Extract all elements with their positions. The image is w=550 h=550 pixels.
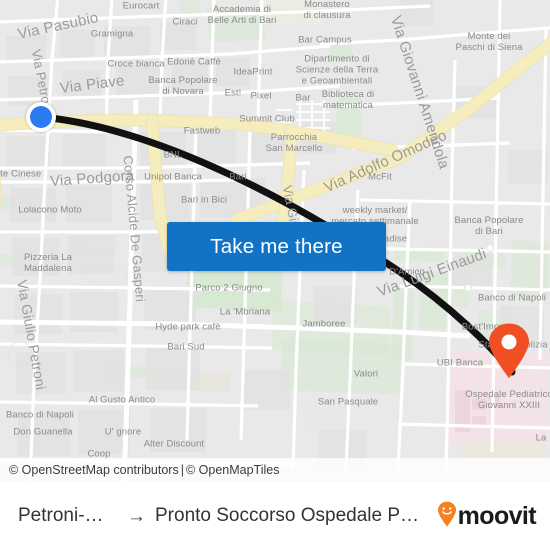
moovit-wordmark: moovit [457,501,537,530]
route-destination-label: Pronto Soccorso Ospedale Pediatric... [155,505,427,526]
route-bottom-bar: Petroni-Gi... → Pronto Soccorso Ospedale… [0,482,550,550]
attribution-separator: | [180,463,184,477]
route-summary[interactable]: Petroni-Gi... → Pronto Soccorso Ospedale… [18,505,427,527]
arrow-right-icon: → [127,505,146,527]
moovit-logo[interactable]: moovit [437,501,537,532]
openmaptiles-attribution-link[interactable]: © OpenMapTiles [186,463,280,477]
osm-attribution-link[interactable]: © OpenStreetMap contributors [9,463,179,477]
origin-dot-marker[interactable] [26,102,56,132]
map-canvas[interactable]: .mnr { stroke:#ffffff; stroke-width:3.2;… [0,0,550,482]
route-origin-label: Petroni-Gi... [18,505,118,526]
map-attribution: © OpenStreetMap contributors | © OpenMapTi… [0,458,550,482]
moovit-map-widget: .mnr { stroke:#ffffff; stroke-width:3.2;… [0,0,550,550]
take-me-there-button[interactable]: Take me there [167,222,386,271]
moovit-pin-icon [437,501,457,532]
destination-pin-marker[interactable] [487,323,531,379]
